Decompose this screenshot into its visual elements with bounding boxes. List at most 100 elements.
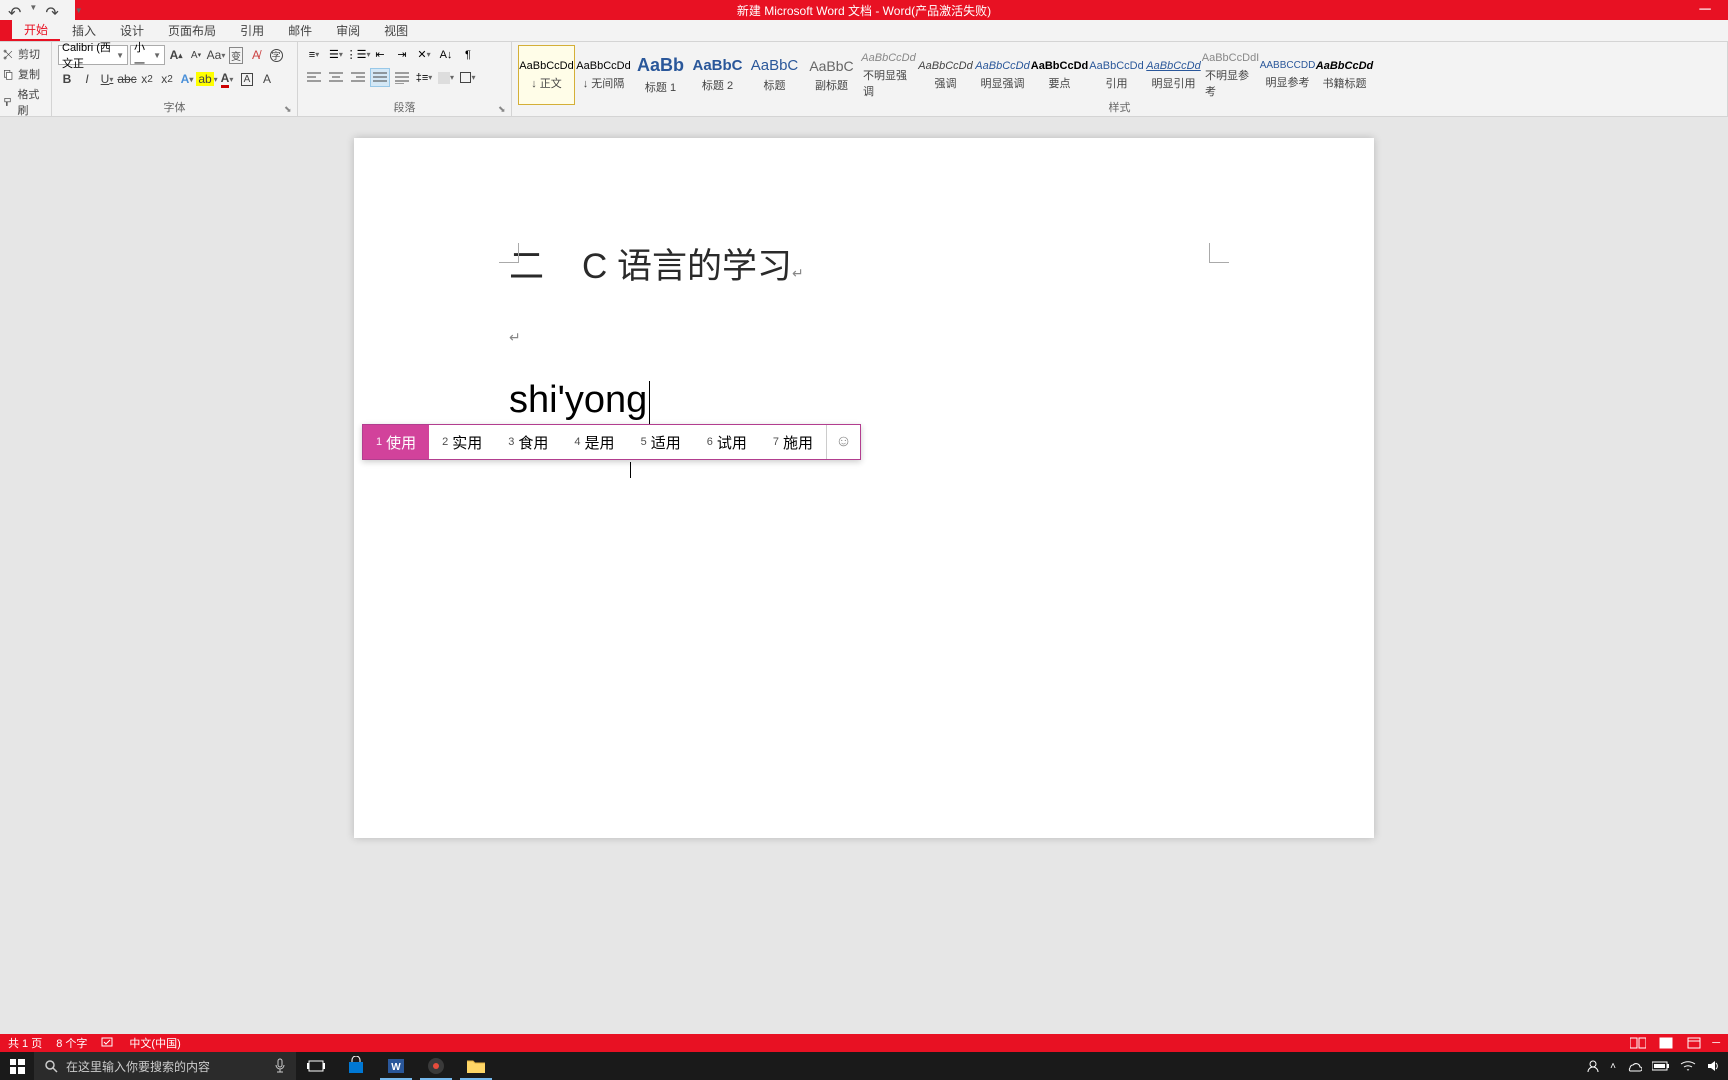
style-item[interactable]: AaBbCcDd明显强调 (974, 45, 1031, 105)
show-marks-button[interactable]: ¶ (458, 45, 478, 64)
paragraph-dialog-launcher[interactable]: ⬊ (498, 104, 508, 114)
taskbar-app-store[interactable] (336, 1052, 376, 1080)
asian-layout-button[interactable]: ✕▾ (414, 45, 434, 64)
ime-candidate[interactable]: 6试用 (694, 425, 760, 459)
taskbar-app-explorer[interactable] (456, 1052, 496, 1080)
style-item[interactable]: AaBbCcDd强调 (917, 45, 974, 105)
numbering-button[interactable]: ☰▾ (326, 45, 346, 64)
ime-candidate[interactable]: 2实用 (429, 425, 495, 459)
enclose-char-button[interactable]: 字 (267, 45, 285, 65)
minimize-button[interactable]: ─ (1682, 0, 1728, 20)
document-page[interactable]: 二 C 语言的学习↵ ↵ shi'yong (354, 138, 1374, 838)
style-item[interactable]: AaBbCcDd不明显强调 (860, 45, 917, 105)
tab-view[interactable]: 视图 (372, 20, 420, 41)
bold-button[interactable]: B (58, 69, 76, 89)
char-border-button[interactable]: A (238, 69, 256, 89)
multilevel-button[interactable]: ⋮☰▾ (348, 45, 368, 64)
borders-button[interactable]: ▾ (458, 68, 478, 87)
underline-button[interactable]: U▾ (98, 69, 116, 89)
qat-customize-icon[interactable]: ▼ (75, 6, 83, 15)
shrink-font-button[interactable]: A▾ (187, 45, 205, 65)
cortana-mic-button[interactable] (264, 1052, 296, 1080)
battery-icon[interactable] (1652, 1061, 1670, 1071)
justify-button[interactable] (370, 68, 390, 87)
ime-candidate[interactable]: 3食用 (495, 425, 561, 459)
style-item[interactable]: AaBbCcDd明显引用 (1145, 45, 1202, 105)
ime-candidate[interactable]: 5适用 (628, 425, 694, 459)
highlight-button[interactable]: ab▾ (198, 69, 216, 89)
tab-insert[interactable]: 插入 (60, 20, 108, 41)
word-count[interactable]: 8 个字 (56, 1035, 87, 1051)
font-color-button[interactable]: A▾ (218, 69, 236, 89)
change-case-button[interactable]: Aa▾ (207, 45, 225, 65)
style-item[interactable]: AaBbCcDd引用 (1088, 45, 1145, 105)
zoom-out-button[interactable]: ─ (1712, 1037, 1720, 1049)
undo-dropdown-icon[interactable]: ▼ (29, 3, 37, 17)
decrease-indent-button[interactable]: ⇤ (370, 45, 390, 64)
page-count[interactable]: 共 1 页 (8, 1035, 42, 1051)
bullets-button[interactable]: ≡▾ (304, 45, 324, 64)
style-item[interactable]: AaBbCcDd书籍标题 (1316, 45, 1373, 105)
ime-candidate[interactable]: 4是用 (561, 425, 627, 459)
align-left-button[interactable] (304, 68, 324, 87)
clear-format-button[interactable]: A̸ (247, 45, 265, 65)
tab-mail[interactable]: 邮件 (276, 20, 324, 41)
tab-home[interactable]: 开始 (12, 20, 60, 41)
align-right-button[interactable] (348, 68, 368, 87)
format-painter-button[interactable]: 格式刷 (2, 84, 49, 120)
tab-design[interactable]: 设计 (108, 20, 156, 41)
style-item[interactable]: AaBbCcDd↓ 正文 (518, 45, 575, 105)
phonetic-guide-button[interactable]: 变 (227, 45, 245, 65)
taskbar-app-word[interactable]: W (376, 1052, 416, 1080)
tray-chevron-icon[interactable]: ˄ (1610, 1061, 1616, 1072)
volume-icon[interactable] (1706, 1059, 1720, 1073)
ime-candidate[interactable]: 1使用 (363, 425, 429, 459)
sort-button[interactable]: A↓ (436, 45, 456, 64)
document-area[interactable]: 二 C 语言的学习↵ ↵ shi'yong (0, 118, 1728, 1034)
grow-font-button[interactable]: A▴ (167, 45, 185, 65)
tab-layout[interactable]: 页面布局 (156, 20, 228, 41)
web-layout-button[interactable] (1684, 1036, 1704, 1050)
style-item[interactable]: AaBbC副标题 (803, 45, 860, 105)
taskbar-app-recorder[interactable] (416, 1052, 456, 1080)
increase-indent-button[interactable]: ⇥ (392, 45, 412, 64)
tab-references[interactable]: 引用 (228, 20, 276, 41)
read-mode-button[interactable] (1628, 1036, 1648, 1050)
shading-button[interactable]: ▾ (436, 68, 456, 87)
strikethrough-button[interactable]: abc (118, 69, 136, 89)
line-spacing-button[interactable]: ‡≡▾ (414, 68, 434, 87)
style-item[interactable]: AaBbCcDd要点 (1031, 45, 1088, 105)
people-icon[interactable] (1586, 1059, 1600, 1073)
file-tab[interactable] (0, 20, 12, 41)
start-button[interactable] (0, 1052, 34, 1080)
ime-emoji-button[interactable]: ☺ (826, 425, 860, 459)
italic-button[interactable]: I (78, 69, 96, 89)
taskbar-search[interactable]: 在这里输入你要搜索的内容 (34, 1052, 264, 1080)
style-item[interactable]: AaBbCcDd↓ 无间隔 (575, 45, 632, 105)
char-shading-button[interactable]: A (258, 69, 276, 89)
distributed-button[interactable] (392, 68, 412, 87)
style-item[interactable]: AABBCCDD明显参考 (1259, 45, 1316, 105)
ime-candidate[interactable]: 7施用 (760, 425, 826, 459)
print-layout-button[interactable] (1656, 1036, 1676, 1050)
style-item[interactable]: AaBbC标题 2 (689, 45, 746, 105)
task-view-button[interactable] (296, 1052, 336, 1080)
superscript-button[interactable]: x2 (158, 69, 176, 89)
font-size-selector[interactable]: 小一▼ (130, 45, 165, 65)
ime-candidate-window[interactable]: 1使用2实用3食用4是用5适用6试用7施用☺ (362, 424, 861, 460)
font-name-selector[interactable]: Calibri (西文正▼ (58, 45, 128, 65)
spellcheck-icon[interactable] (101, 1037, 115, 1049)
language-indicator[interactable]: 中文(中国) (129, 1035, 180, 1051)
cut-button[interactable]: 剪切 (2, 44, 49, 64)
style-item[interactable]: AaBbCcDdI不明显参考 (1202, 45, 1259, 105)
copy-button[interactable]: 复制 (2, 64, 49, 84)
onedrive-icon[interactable] (1626, 1060, 1642, 1072)
wifi-icon[interactable] (1680, 1060, 1696, 1072)
document-heading[interactable]: 二 C 语言的学习↵ (509, 238, 1219, 289)
style-item[interactable]: AaBbC标题 (746, 45, 803, 105)
subscript-button[interactable]: x2 (138, 69, 156, 89)
ime-composition-text[interactable]: shi'yong (509, 377, 650, 427)
align-center-button[interactable] (326, 68, 346, 87)
font-dialog-launcher[interactable]: ⬊ (284, 104, 294, 114)
redo-icon[interactable]: ↷ (45, 3, 58, 17)
